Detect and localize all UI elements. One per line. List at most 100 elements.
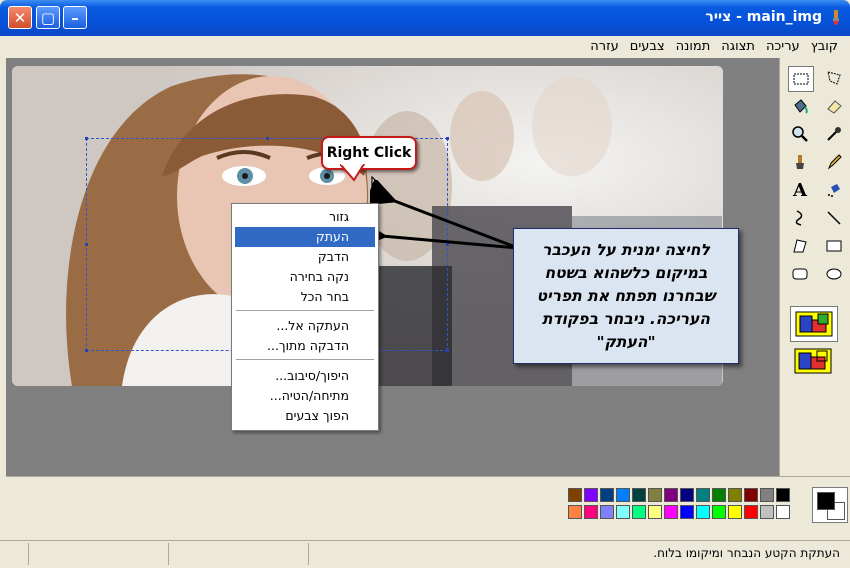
context-menu: גזור העתק הדבק נקה בחירה בחר הכל העתקה א…	[231, 203, 379, 431]
bubble-tail-icon	[340, 164, 366, 182]
transparent-mode-option[interactable]	[790, 344, 836, 378]
toolbox: A	[779, 58, 850, 476]
palette-swatch[interactable]	[776, 505, 790, 519]
close-icon: ✕	[13, 8, 27, 27]
menu-image[interactable]: תמונה	[676, 39, 711, 54]
color-palette-area	[6, 476, 850, 533]
menu-separator	[236, 310, 374, 311]
callout-line: לחיצה ימנית על העכבר	[542, 241, 710, 259]
shapes-transparent-icon	[794, 348, 832, 374]
palette-swatch[interactable]	[632, 505, 646, 519]
rectangle-icon[interactable]	[822, 234, 846, 258]
free-select-icon[interactable]	[822, 66, 846, 90]
line-icon[interactable]	[822, 206, 846, 230]
primary-color-swatch[interactable]	[817, 492, 835, 510]
palette-swatch[interactable]	[600, 488, 614, 502]
brush-icon[interactable]	[788, 150, 812, 174]
selection-handle[interactable]	[266, 137, 269, 140]
menu-item-select-all[interactable]: בחר הכל	[235, 287, 375, 307]
instruction-callout: לחיצה ימנית על העכבר במיקום כלשהוא בשטח …	[513, 228, 739, 364]
eraser-icon[interactable]	[822, 94, 846, 118]
palette-swatch[interactable]	[776, 488, 790, 502]
palette-swatch[interactable]	[648, 488, 662, 502]
rect-select-icon[interactable]	[788, 66, 814, 92]
palette-swatch[interactable]	[600, 505, 614, 519]
palette-swatch[interactable]	[568, 505, 582, 519]
menu-item-flip-rotate[interactable]: היפוך/סיבוב...	[235, 366, 375, 386]
menu-item-invert-colors[interactable]: הפוך צבעים	[235, 406, 375, 426]
palette-swatch[interactable]	[728, 488, 742, 502]
palette-swatch[interactable]	[744, 488, 758, 502]
palette-swatch[interactable]	[616, 488, 630, 502]
palette-swatch[interactable]	[760, 488, 774, 502]
palette-swatch[interactable]	[616, 505, 630, 519]
menu-view[interactable]: תצוגה	[721, 39, 755, 54]
callout-line: "העתק"	[596, 333, 656, 351]
menu-separator	[236, 359, 374, 360]
menu-item-paste[interactable]: הדבק	[235, 247, 375, 267]
pencil-icon[interactable]	[822, 150, 846, 174]
menu-item-copy-to[interactable]: העתקה אל...	[235, 316, 375, 336]
menu-item-cut[interactable]: גזור	[235, 207, 375, 227]
ellipse-icon[interactable]	[822, 262, 846, 286]
selection-handle[interactable]	[85, 243, 88, 246]
menu-item-paste-from[interactable]: הדבקה מתוך...	[235, 336, 375, 356]
maximize-icon: ▢	[40, 8, 56, 27]
palette-swatch[interactable]	[648, 505, 662, 519]
menu-item-copy[interactable]: העתק	[235, 227, 375, 247]
menu-colors[interactable]: צבעים	[630, 39, 665, 54]
callout-line: העריכה. ניבחר בפקודת	[541, 310, 711, 328]
rounded-rect-icon[interactable]	[788, 262, 812, 286]
paint-app-icon	[833, 10, 839, 25]
palette-swatch[interactable]	[568, 488, 582, 502]
minimize-icon: –	[71, 8, 79, 27]
palette-swatch[interactable]	[632, 488, 646, 502]
current-colors[interactable]	[812, 487, 848, 523]
palette-swatch[interactable]	[744, 505, 758, 519]
opaque-mode-option[interactable]	[790, 306, 838, 342]
callout-line: במיקום כלשהוא בשטח	[544, 264, 708, 282]
magnifier-icon[interactable]	[788, 122, 812, 146]
palette-swatch[interactable]	[712, 505, 726, 519]
palette-swatch[interactable]	[664, 505, 678, 519]
palette-swatch[interactable]	[696, 505, 710, 519]
palette-swatch[interactable]	[584, 505, 598, 519]
selection-handle[interactable]	[446, 137, 449, 140]
window-title: main_img - צייר	[705, 9, 822, 25]
title-bar: ✕ ▢ – main_img - צייר	[0, 0, 850, 36]
selection-handle[interactable]	[85, 349, 88, 352]
shapes-opaque-icon	[795, 311, 833, 337]
palette-swatch[interactable]	[584, 488, 598, 502]
menu-help[interactable]: עזרה	[590, 39, 618, 54]
menu-bar: קובץ עריכה תצוגה תמונה צבעים עזרה	[0, 36, 850, 58]
callout-line: שבחרנו תפתח את תפריט	[536, 287, 716, 305]
airbrush-icon[interactable]	[822, 178, 846, 202]
palette-swatch[interactable]	[712, 488, 726, 502]
color-picker-icon[interactable]	[822, 122, 846, 146]
curve-icon[interactable]	[788, 206, 812, 230]
palette-swatch[interactable]	[728, 505, 742, 519]
pointer-arrows	[370, 180, 519, 250]
maximize-button[interactable]: ▢	[36, 6, 60, 29]
fill-icon[interactable]	[788, 94, 812, 118]
polygon-icon[interactable]	[788, 234, 812, 258]
palette-swatch[interactable]	[680, 488, 694, 502]
palette-swatch[interactable]	[664, 488, 678, 502]
selection-handle[interactable]	[85, 137, 88, 140]
text-icon[interactable]: A	[788, 178, 812, 202]
status-divider	[168, 543, 169, 565]
menu-file[interactable]: קובץ	[811, 39, 838, 54]
close-button[interactable]: ✕	[8, 6, 32, 29]
palette-swatch[interactable]	[680, 505, 694, 519]
status-divider	[28, 543, 29, 565]
status-divider	[308, 543, 309, 565]
menu-item-clear-selection[interactable]: נקה בחירה	[235, 267, 375, 287]
status-text: העתקת הקטע הנבחר ומיקומו בלוח.	[653, 546, 840, 560]
minimize-button[interactable]: –	[63, 6, 87, 29]
status-bar: העתקת הקטע הנבחר ומיקומו בלוח.	[0, 540, 850, 568]
palette-swatch[interactable]	[760, 505, 774, 519]
menu-edit[interactable]: עריכה	[766, 39, 800, 54]
palette-swatch[interactable]	[696, 488, 710, 502]
selection-handle[interactable]	[446, 349, 449, 352]
menu-item-stretch-skew[interactable]: מתיחה/הטיה...	[235, 386, 375, 406]
